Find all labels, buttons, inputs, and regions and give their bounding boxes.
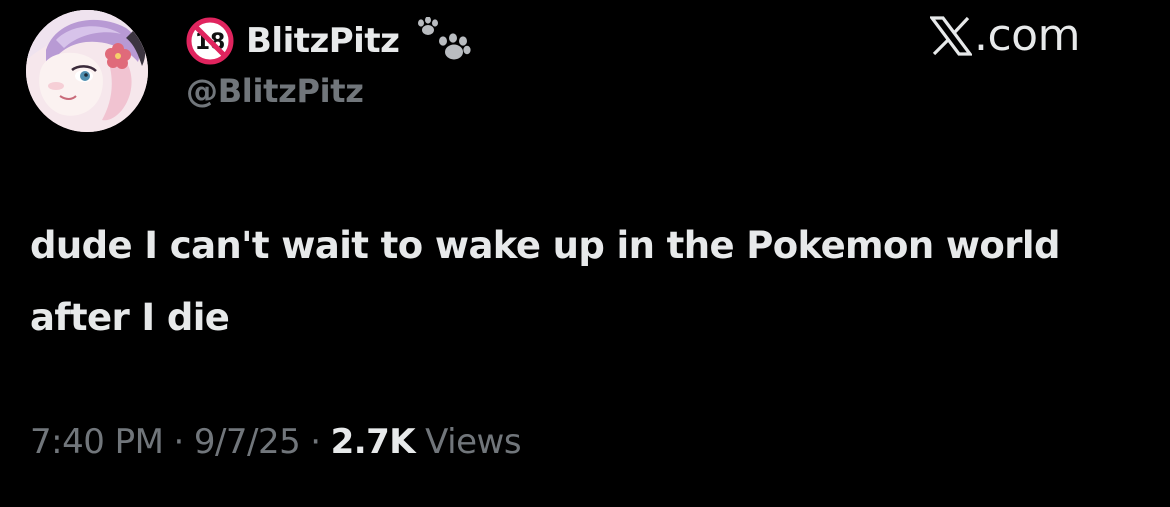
tweet-card: 18 BlitzPitz @BlitzPitz: [0, 0, 1170, 507]
tweet-time[interactable]: 7:40 PM: [30, 422, 164, 462]
tweet-text: dude I can't wait to wake up in the Poke…: [30, 224, 1060, 339]
avatar[interactable]: [26, 10, 148, 132]
author-name-row: 18 BlitzPitz: [186, 16, 471, 66]
tweet-date[interactable]: 9/7/25: [194, 422, 301, 462]
meta-separator: ·: [173, 422, 185, 462]
brand-watermark: .com: [930, 14, 1080, 58]
views-count[interactable]: 2.7K: [331, 422, 416, 462]
tweet-meta: 7:40 PM · 9/7/25 · 2.7K Views: [30, 422, 522, 462]
avatar-image: [26, 10, 148, 132]
x-logo-icon: [930, 16, 972, 56]
brand-domain-text: .com: [974, 10, 1080, 61]
paw-prints-icon: [418, 17, 471, 60]
adult-18-plus-icon: 18: [186, 17, 234, 65]
author-display-name[interactable]: BlitzPitz: [246, 21, 400, 61]
views-label[interactable]: Views: [425, 422, 521, 462]
meta-separator: ·: [310, 422, 321, 462]
author-handle[interactable]: @BlitzPitz: [186, 72, 364, 110]
